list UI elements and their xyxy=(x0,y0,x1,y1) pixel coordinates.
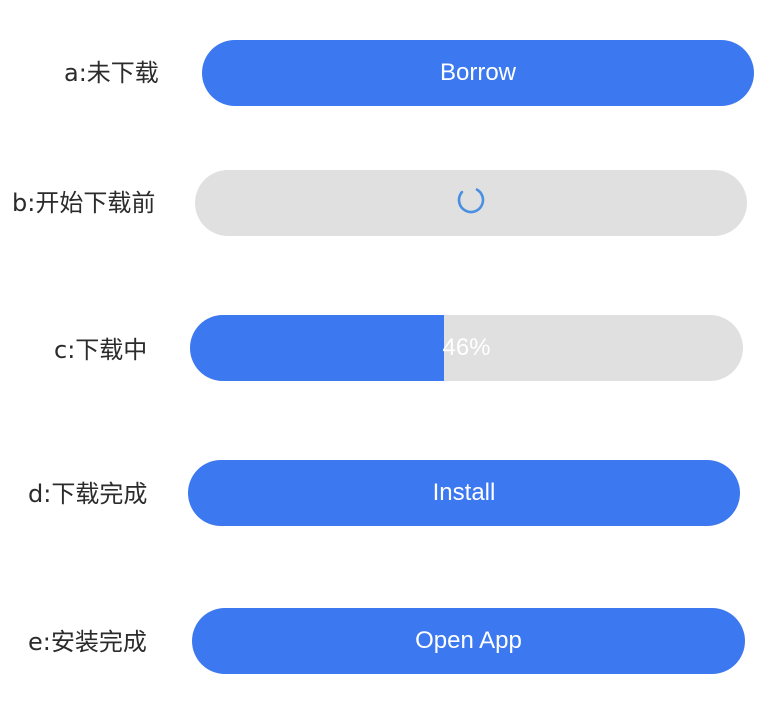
open-app-button[interactable]: Open App xyxy=(192,608,745,674)
state-label-c: c:下载中 xyxy=(54,336,148,364)
install-button[interactable]: Install xyxy=(188,460,740,526)
state-label-a: a:未下载 xyxy=(64,59,159,87)
state-label-d: d:下载完成 xyxy=(28,480,148,508)
download-progress-bar: 46% xyxy=(190,315,743,381)
loading-spinner-icon xyxy=(456,185,486,222)
state-label-b: b:开始下载前 xyxy=(12,189,156,217)
borrow-button[interactable]: Borrow xyxy=(202,40,754,106)
install-button-label: Install xyxy=(432,479,496,506)
loading-button xyxy=(195,170,747,236)
borrow-button-label: Borrow xyxy=(439,59,517,86)
state-label-e: e:安装完成 xyxy=(28,628,147,656)
progress-percent-text: 46% xyxy=(442,334,491,361)
download-states-panel: a:未下载 Borrow b:开始下载前 c:下载中 46% d:下载完成 In… xyxy=(0,0,774,726)
open-app-button-label: Open App xyxy=(415,627,522,654)
